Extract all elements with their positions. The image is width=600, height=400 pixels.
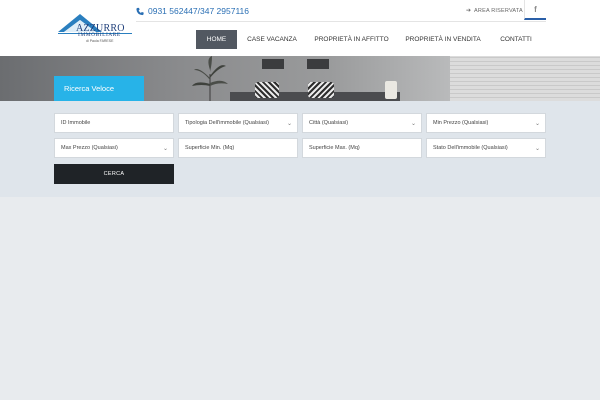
banner-decor [255,82,279,98]
superficie-min-placeholder: Superficie Min. (Mq) [185,145,235,151]
logo[interactable]: AZZURRO IMMOBILIARE di Paola FARESE [56,12,134,44]
phone-contact[interactable]: 0931 562447/347 2957116 [136,5,249,17]
superficie-min-input[interactable]: Superficie Min. (Mq) [178,138,298,158]
nav-item-proprieta-vendita[interactable]: PROPRIETÀ IN VENDITA [396,30,490,49]
banner-decor [262,59,284,69]
banner-decor [450,56,600,101]
logo-tagline: di Paola FARESE [86,39,114,43]
banner-decor [385,81,397,99]
facebook-icon[interactable]: f [524,0,546,20]
area-riservata-label: AREA RISERVATA [474,7,523,14]
logo-sub: IMMOBILIARE [78,32,121,38]
max-prezzo-value: Max Prezzo (Qualsiasi) [61,145,118,151]
min-prezzo-select[interactable]: Min Prezzo (Qualsiasi) ⌄ [426,113,546,133]
phone-number: 0931 562447/347 2957116 [148,6,249,16]
tipologia-value: Tipologia Dell'immobile (Qualsiasi) [185,120,269,126]
chevron-down-icon: ⌄ [162,146,168,152]
sign-in-icon: ➔ [466,8,472,14]
id-immobile-placeholder: ID Immobile [61,120,91,126]
stato-value: Stato Dell'immobile (Qualsiasi) [433,145,508,151]
min-prezzo-value: Min Prezzo (Qualsiasi) [433,120,489,126]
superficie-max-input[interactable]: Superficie Max. (Mq) [302,138,422,158]
chevron-down-icon: ⌄ [410,121,416,127]
area-riservata-link[interactable]: ➔ AREA RISERVATA [466,7,523,15]
plant-image [192,56,228,101]
stato-select[interactable]: Stato Dell'immobile (Qualsiasi) ⌄ [426,138,546,158]
nav-item-case-vacanza[interactable]: CASE VACANZA [237,30,307,49]
chevron-down-icon: ⌄ [534,146,540,152]
chevron-down-icon: ⌄ [534,121,540,127]
cerca-button[interactable]: CERCA [54,164,174,184]
site-header: AZZURRO IMMOBILIARE di Paola FARESE 0931… [0,0,600,56]
phone-icon [136,7,144,15]
citta-value: Città (Qualsiasi) [309,120,349,126]
citta-select[interactable]: Città (Qualsiasi) ⌄ [302,113,422,133]
banner-decor [307,59,329,69]
tipologia-select[interactable]: Tipologia Dell'immobile (Qualsiasi) ⌄ [178,113,298,133]
main-nav: HOME CASE VACANZA PROPRIETÀ IN AFFITTO P… [196,30,542,49]
nav-item-proprieta-affitto[interactable]: PROPRIETÀ IN AFFITTO [307,30,396,49]
banner-decor [308,82,334,98]
nav-item-contatti[interactable]: CONTATTI [490,30,542,49]
max-prezzo-select[interactable]: Max Prezzo (Qualsiasi) ⌄ [54,138,174,158]
id-immobile-input[interactable]: ID Immobile [54,113,174,133]
header-divider [136,21,546,22]
chevron-down-icon: ⌄ [286,121,292,127]
nav-item-home[interactable]: HOME [196,30,237,49]
superficie-max-placeholder: Superficie Max. (Mq) [309,145,360,151]
ricerca-veloce-tab[interactable]: Ricerca Veloce [54,76,144,101]
